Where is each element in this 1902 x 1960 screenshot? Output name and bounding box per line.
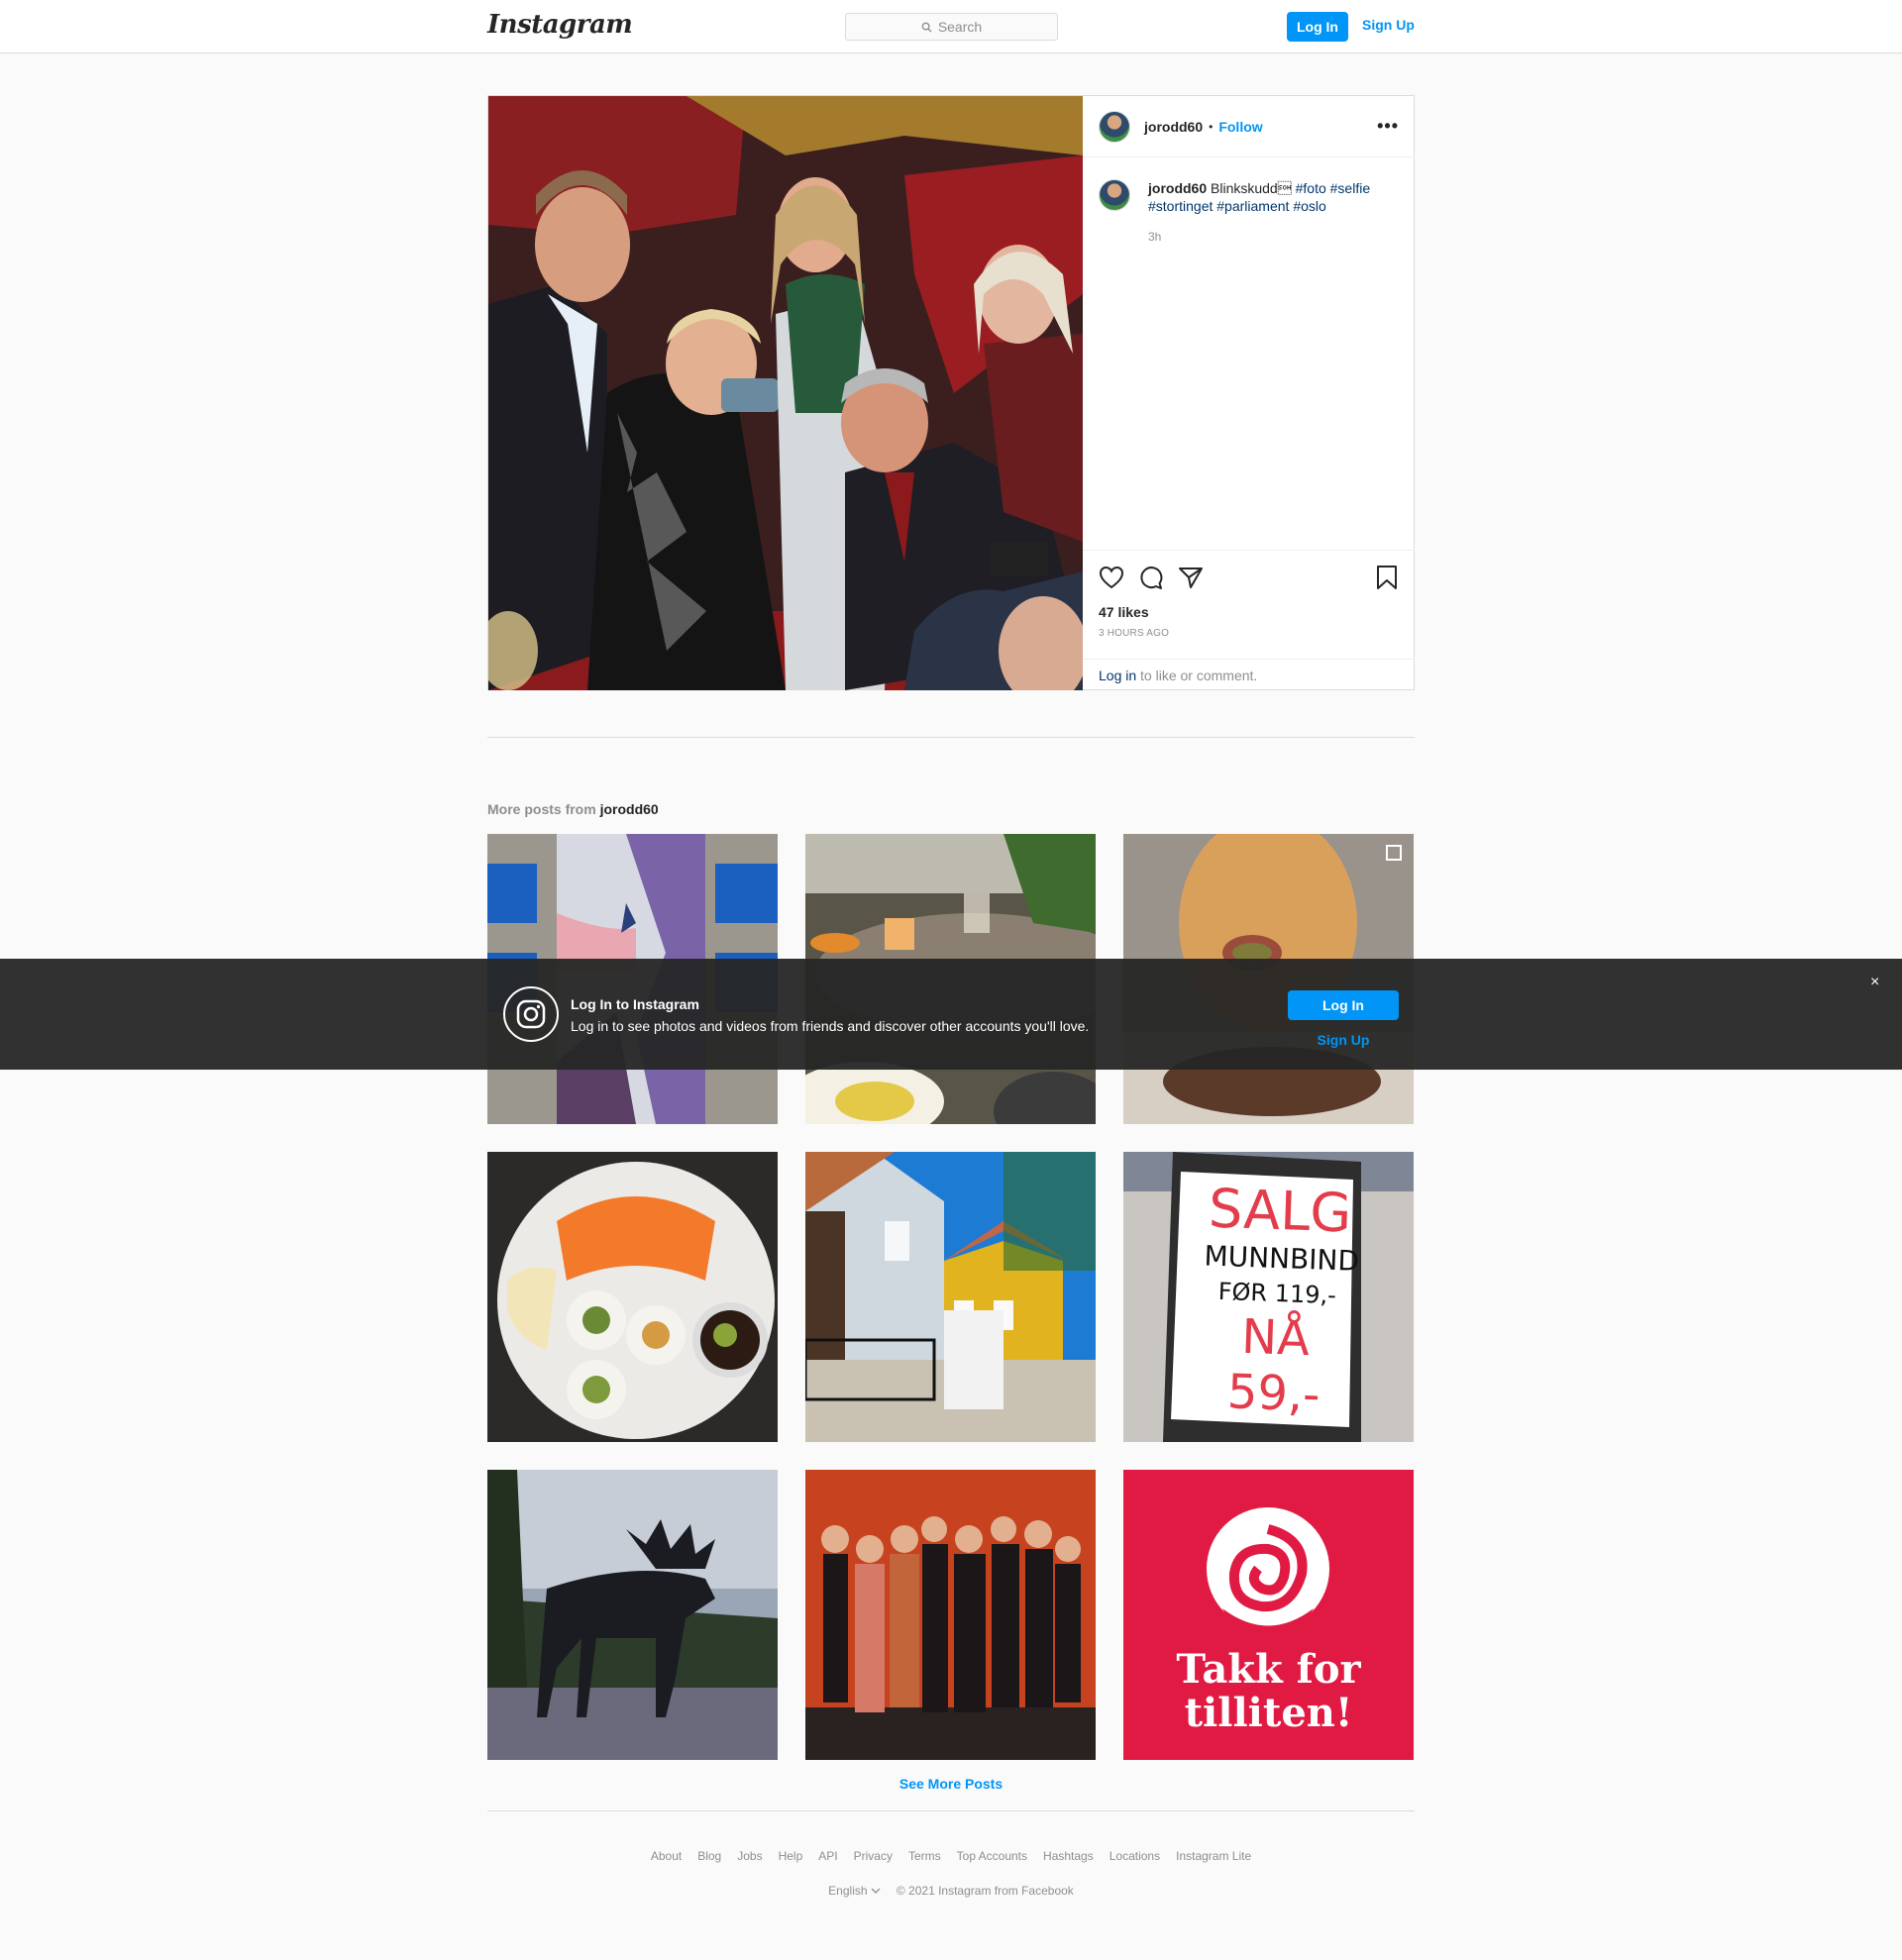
grid-post-houses[interactable] bbox=[805, 1152, 1096, 1442]
footer-link-privacy[interactable]: Privacy bbox=[854, 1849, 893, 1863]
banner-subtitle: Log in to see photos and videos from fri… bbox=[571, 1018, 1090, 1034]
footer-link-api[interactable]: API bbox=[818, 1849, 837, 1863]
login-to-comment: Log in to like or comment. bbox=[1083, 659, 1415, 690]
post-card: jorodd60 • Follow ••• jorodd60 Blinkskud… bbox=[487, 95, 1415, 690]
post-photo[interactable] bbox=[488, 96, 1083, 690]
group-photo-illustration bbox=[805, 1470, 1096, 1760]
post-timestamp: 3 HOURS AGO bbox=[1099, 628, 1170, 639]
search-icon bbox=[921, 22, 932, 33]
copyright: © 2021 Instagram from Facebook bbox=[896, 1884, 1074, 1898]
login-link[interactable]: Log in bbox=[1099, 668, 1136, 683]
grid-post-sushi[interactable] bbox=[487, 1152, 778, 1442]
houses-illustration bbox=[805, 1152, 1096, 1442]
footer-link-terms[interactable]: Terms bbox=[908, 1849, 941, 1863]
sign-salg: SALG bbox=[1208, 1177, 1353, 1245]
more-posts-heading: More posts from jorodd60 bbox=[487, 801, 659, 817]
language-label: English bbox=[828, 1884, 868, 1898]
banner-login-button[interactable]: Log In bbox=[1288, 990, 1399, 1020]
selfie-photo-illustration bbox=[488, 96, 1083, 690]
hashtag-link[interactable]: #parliament bbox=[1216, 198, 1289, 214]
follow-button[interactable]: Follow bbox=[1218, 119, 1262, 135]
post-actions: 47 likes 3 HOURS AGO bbox=[1083, 550, 1415, 639]
caption-time: 3h bbox=[1148, 230, 1162, 244]
hashtag-link[interactable]: #selfie bbox=[1330, 180, 1370, 196]
grid-post-moose-sculpture[interactable] bbox=[487, 1470, 778, 1760]
post-header: jorodd60 • Follow ••• bbox=[1083, 96, 1415, 157]
login-to-comment-text: to like or comment. bbox=[1136, 668, 1258, 683]
sign-na: NÅ 59,- bbox=[1225, 1308, 1321, 1423]
caption-username[interactable]: jorodd60 bbox=[1148, 180, 1207, 196]
footer-link-instagram-lite[interactable]: Instagram Lite bbox=[1176, 1849, 1251, 1863]
separator-dot: • bbox=[1209, 119, 1214, 134]
takk-text: Takk for tilliten! bbox=[1123, 1648, 1414, 1735]
likes-count[interactable]: 47 likes bbox=[1099, 604, 1399, 620]
footer-link-jobs[interactable]: Jobs bbox=[737, 1849, 762, 1863]
footer-link-locations[interactable]: Locations bbox=[1110, 1849, 1160, 1863]
more-posts-label: More posts from bbox=[487, 801, 596, 817]
author-avatar[interactable] bbox=[1099, 110, 1130, 143]
hashtag-link[interactable]: #stortinget bbox=[1148, 198, 1213, 214]
more-posts-username[interactable]: jorodd60 bbox=[600, 801, 659, 817]
chevron-down-icon bbox=[871, 1888, 881, 1894]
search-input[interactable]: Search bbox=[845, 13, 1058, 41]
sign-munnbind: MUNNBIND bbox=[1203, 1239, 1360, 1278]
divider bbox=[487, 737, 1415, 738]
caption-text: Blinkskudd bbox=[1211, 180, 1292, 196]
share-icon[interactable] bbox=[1178, 566, 1204, 589]
footer-links: About Blog Jobs Help API Privacy Terms T… bbox=[0, 1849, 1902, 1863]
grid-post-sale-sign[interactable]: SALG MUNNBIND FØR 119,- NÅ 59,- bbox=[1123, 1152, 1414, 1442]
action-icons bbox=[1099, 565, 1399, 590]
instagram-camera-icon bbox=[503, 986, 559, 1042]
caption-text-block: jorodd60 Blinkskudd #foto #selfie #stor… bbox=[1148, 179, 1370, 246]
search-placeholder: Search bbox=[937, 19, 983, 35]
footer-link-hashtags[interactable]: Hashtags bbox=[1043, 1849, 1094, 1863]
header-signup-link[interactable]: Sign Up bbox=[1362, 17, 1415, 33]
sushi-illustration bbox=[487, 1152, 778, 1442]
top-navbar: Instagram Search Log In Sign Up bbox=[0, 0, 1902, 53]
takk-line-2: tilliten! bbox=[1184, 1690, 1353, 1736]
footer-link-blog[interactable]: Blog bbox=[697, 1849, 721, 1863]
bookmark-icon[interactable] bbox=[1375, 565, 1399, 590]
language-select[interactable]: English bbox=[828, 1884, 881, 1898]
caption-avatar[interactable] bbox=[1099, 179, 1130, 211]
more-options-icon[interactable]: ••• bbox=[1377, 116, 1399, 137]
sign-for: FØR 119,- bbox=[1217, 1277, 1337, 1310]
comment-icon[interactable] bbox=[1138, 566, 1164, 589]
footer-link-help[interactable]: Help bbox=[779, 1849, 803, 1863]
close-icon[interactable]: × bbox=[1870, 974, 1879, 991]
header-login-button[interactable]: Log In bbox=[1287, 12, 1348, 42]
banner-signup-link[interactable]: Sign Up bbox=[1288, 1032, 1399, 1048]
instagram-logo[interactable]: Instagram bbox=[487, 10, 633, 40]
footer-link-top-accounts[interactable]: Top Accounts bbox=[957, 1849, 1027, 1863]
banner-title: Log In to Instagram bbox=[571, 996, 699, 1012]
sale-sign: SALG MUNNBIND FØR 119,- NÅ 59,- bbox=[1199, 1177, 1360, 1423]
takk-line-1: Takk for bbox=[1176, 1646, 1361, 1693]
post-caption: jorodd60 Blinkskudd #foto #selfie #stor… bbox=[1099, 179, 1399, 246]
hashtag-link[interactable]: #oslo bbox=[1293, 198, 1325, 214]
footer-bottom: English © 2021 Instagram from Facebook bbox=[0, 1884, 1902, 1898]
post-sidebar: jorodd60 • Follow ••• jorodd60 Blinkskud… bbox=[1083, 96, 1415, 690]
moose-sculpture-illustration bbox=[487, 1470, 778, 1760]
heart-icon[interactable] bbox=[1099, 566, 1124, 589]
grid-post-takk-for-tilliten[interactable]: Takk for tilliten! bbox=[1123, 1470, 1414, 1760]
grid-post-group-photo[interactable] bbox=[805, 1470, 1096, 1760]
footer-link-about[interactable]: About bbox=[651, 1849, 682, 1863]
login-banner: Log In to Instagram Log in to see photos… bbox=[0, 959, 1902, 1070]
see-more-posts-link[interactable]: See More Posts bbox=[0, 1776, 1902, 1792]
author-username[interactable]: jorodd60 bbox=[1144, 119, 1203, 135]
divider bbox=[487, 1810, 1415, 1811]
hashtag-link[interactable]: #foto bbox=[1296, 180, 1326, 196]
